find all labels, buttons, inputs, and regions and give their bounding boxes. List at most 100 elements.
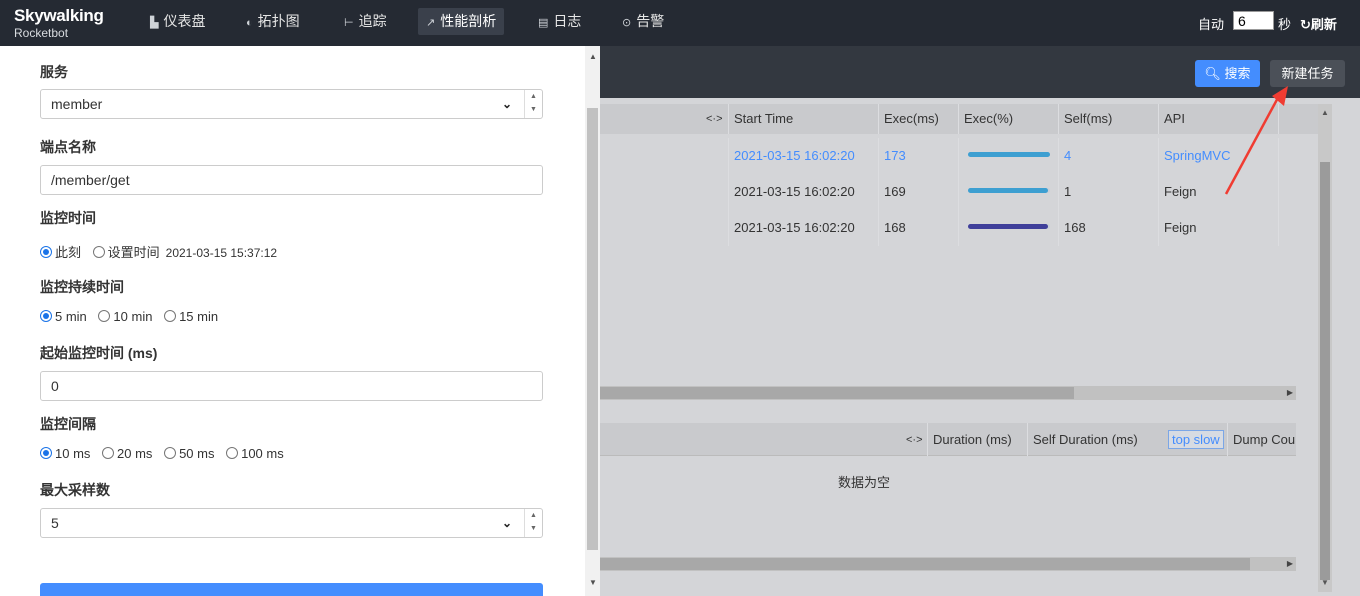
nav-alarm[interactable]: ⊙ 告警 [614, 8, 672, 35]
scroll-up-icon[interactable]: ▲ [589, 52, 597, 61]
endpoint-input[interactable] [40, 165, 543, 195]
scroll-right-icon[interactable]: ▶ [1287, 386, 1293, 400]
cell-self-ms: 1 [1058, 174, 1158, 210]
radio-set-time[interactable]: 设置时间 2021-03-15 15:37:12 [92, 242, 278, 261]
col-duration: Duration (ms) [927, 423, 1027, 456]
monitor-time-radios: 此刻 设置时间 2021-03-15 15:37:12 [40, 242, 285, 261]
exec-pct-bar [968, 224, 1048, 229]
annotation-arrow-icon [1224, 86, 1288, 195]
spinner-icon[interactable]: ▲ ▼ [524, 90, 542, 118]
table-row[interactable]: 2021-03-15 16:02:20 173 4 SpringMVC [600, 138, 1318, 174]
radio-20ms-label: 20 ms [117, 446, 153, 462]
logo-subtitle: Rocketbot [14, 26, 69, 40]
segment-table-hscrollbar[interactable]: ▶ [600, 386, 1296, 400]
nav-trace[interactable]: ⊢ 追踪 [336, 8, 395, 35]
refresh-button[interactable]: ↻刷新 [1300, 14, 1337, 33]
drawer-vscrollbar[interactable]: ▲ ▼ [585, 46, 600, 596]
radio-5min[interactable]: 5 min [40, 309, 87, 324]
cell-exec-ms: 168 [878, 210, 958, 246]
endpoint-label: 端点名称 [40, 139, 96, 155]
col-dump-count: Dump Cou [1227, 423, 1296, 456]
new-task-drawer: 服务 member ⌄ ▲▼ 端点名称 监控时间 此刻 设置时间 2021-03-… [0, 46, 585, 596]
scroll-thumb[interactable] [587, 108, 598, 550]
radio-100ms-label: 100 ms [241, 446, 284, 462]
radio-now[interactable]: 此刻 [40, 242, 81, 261]
scroll-thumb[interactable] [600, 558, 1250, 570]
nav-label: 拓扑图 [257, 13, 300, 29]
radio-100ms[interactable]: 100 ms [226, 446, 284, 461]
trace-icon: ⊢ [344, 17, 354, 29]
start-time-input[interactable] [40, 371, 543, 401]
monitor-time-label: 监控时间 [40, 210, 96, 226]
radio-empty-icon [164, 310, 177, 323]
search-icon: 🔍︎ [1204, 66, 1225, 81]
max-sample-label: 最大采样数 [40, 482, 110, 498]
radio-selected-icon [40, 246, 52, 258]
col-self-ms: Self(ms) [1058, 104, 1158, 134]
nav-log[interactable]: ▤ 日志 [530, 8, 589, 35]
nav-dashboard[interactable]: ▙ 仪表盘 [142, 8, 213, 35]
radio-10ms[interactable]: 10 ms [40, 446, 90, 461]
exec-pct-bar [968, 188, 1049, 193]
start-time-label: 起始监控时间 (ms) [40, 345, 158, 361]
nav-label: 日志 [553, 13, 582, 29]
duration-label: 监控持续时间 [40, 279, 124, 295]
topology-icon: ◐ [246, 17, 253, 29]
column-toggle-icon[interactable]: <·> [906, 425, 923, 455]
refresh-icon: ↻ [1300, 17, 1311, 32]
spinner-icon[interactable]: ▲ ▼ [524, 509, 542, 537]
radio-20ms[interactable]: 20 ms [102, 446, 152, 461]
table-row[interactable]: 2021-03-15 16:02:20 169 1 Feign [600, 174, 1318, 210]
cell-extra [1278, 210, 1318, 246]
scroll-right-icon[interactable]: ▶ [1287, 557, 1293, 571]
chevron-down-icon: ⌄ [501, 516, 512, 530]
radio-50ms-label: 50 ms [179, 446, 215, 462]
nav-topology[interactable]: ◐ 拓扑图 [238, 8, 308, 35]
analysis-table-hscrollbar[interactable]: ▶ [600, 557, 1296, 571]
auto-refresh-interval-input[interactable] [1233, 11, 1274, 30]
cell-self-ms: 168 [1058, 210, 1158, 246]
create-task-button[interactable] [40, 583, 543, 596]
nav-label: 告警 [636, 13, 665, 29]
nav-profile[interactable]: ↗ 性能剖析 [418, 8, 505, 35]
max-sample-value: 5 [51, 515, 59, 531]
cell-api: Feign [1158, 210, 1278, 246]
radio-empty-icon [102, 447, 115, 460]
col-exec-pct: Exec(%) [958, 104, 1058, 134]
cell-exec-pct [958, 174, 1058, 210]
cell-exec-pct [958, 210, 1058, 246]
interval-label: 监控间隔 [40, 416, 96, 432]
logo[interactable]: Skywalking Rocketbot [14, 6, 104, 40]
radio-15min-label: 15 min [179, 309, 219, 325]
scroll-down-icon[interactable]: ▼ [589, 578, 597, 587]
cell-start-time: 2021-03-15 16:02:20 [728, 210, 878, 246]
scroll-down-icon[interactable]: ▼ [1321, 578, 1329, 587]
radio-empty-icon [226, 447, 239, 460]
radio-now-label: 此刻 [55, 245, 82, 260]
radio-10min[interactable]: 10 min [98, 309, 152, 324]
content-vscrollbar[interactable]: ▲ ▼ [1318, 104, 1332, 592]
radio-10min-label: 10 min [113, 309, 153, 325]
scroll-thumb[interactable] [600, 387, 1074, 399]
radio-set-time-label: 设置时间 [107, 245, 160, 260]
dashboard-icon: ▙ [150, 17, 159, 29]
refresh-label: 刷新 [1310, 17, 1337, 32]
radio-empty-icon [98, 310, 111, 323]
profile-icon: ↗ [426, 17, 436, 29]
monitor-time-value: 2021-03-15 15:37:12 [165, 246, 278, 260]
radio-15min[interactable]: 15 min [164, 309, 218, 324]
radio-50ms[interactable]: 50 ms [164, 446, 214, 461]
max-sample-select[interactable]: 5 ⌄ ▲ ▼ [40, 508, 543, 538]
logo-title: Skywalking [14, 6, 104, 25]
top-navbar: Skywalking Rocketbot ▙ 仪表盘 ◐ 拓扑图 ⊢ 追踪 ↗ 性能剖析… [0, 0, 1360, 46]
exec-pct-bar [968, 152, 1050, 157]
col-exec-ms: Exec(ms) [878, 104, 958, 134]
scroll-up-icon[interactable]: ▲ [1321, 108, 1329, 117]
table-row[interactable]: 2021-03-15 16:02:20 168 168 Feign [600, 210, 1318, 246]
cell-start-time: 2021-03-15 16:02:20 [728, 174, 878, 210]
service-label: 服务 [40, 64, 68, 80]
service-select[interactable]: member ⌄ ▲ ▼ [40, 89, 543, 119]
scroll-thumb[interactable] [1320, 162, 1330, 580]
top-slow-toggle[interactable]: top slow [1168, 430, 1224, 449]
column-toggle-icon[interactable]: <·> [706, 104, 723, 134]
